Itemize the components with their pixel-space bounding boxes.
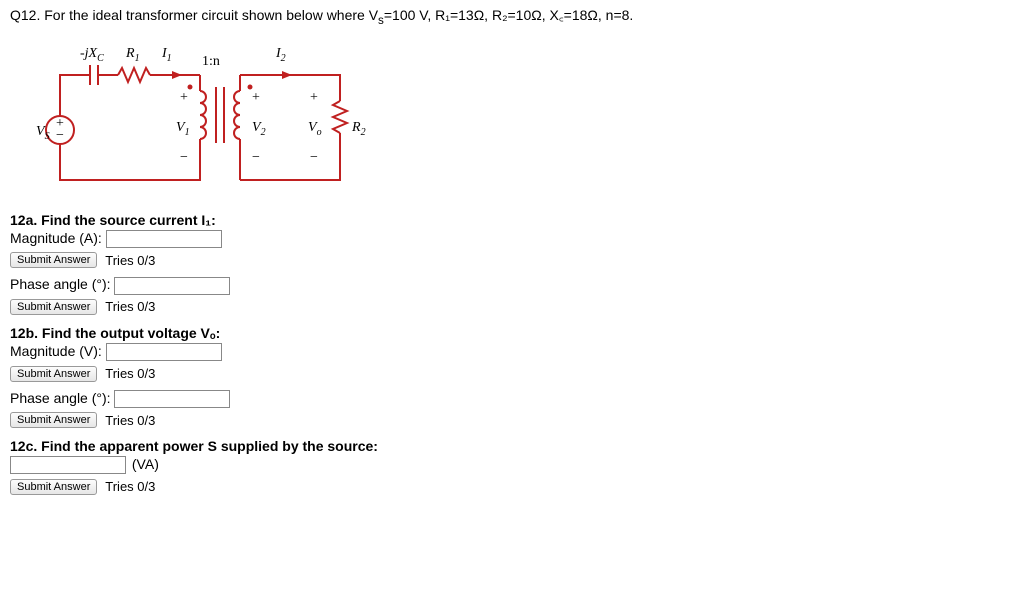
part-b-phase-label: Phase angle (°):: [10, 390, 111, 406]
svg-text:-jXC: -jXC: [80, 46, 104, 64]
tries-text: Tries 0/3: [105, 299, 155, 314]
submit-button[interactable]: Submit Answer: [10, 412, 97, 428]
part-b-phase-row: Phase angle (°):: [10, 390, 1014, 408]
svg-text:−: −: [180, 150, 188, 165]
svg-text:+: +: [180, 90, 188, 105]
circuit-svg: + − VS -jXC R1 I1 + V1 − 1:n + V2 − I2 R…: [30, 35, 390, 195]
svg-text:+: +: [252, 90, 260, 105]
question-header: Q12. For the ideal transformer circuit s…: [10, 6, 1014, 27]
part-a-mag-label: Magnitude (A):: [10, 230, 102, 246]
svg-text:V2: V2: [252, 120, 266, 138]
part-b-phase-input[interactable]: [114, 390, 230, 408]
part-a-phase-input[interactable]: [114, 277, 230, 295]
svg-text:−: −: [252, 150, 260, 165]
part-c-unit: (VA): [132, 456, 159, 472]
svg-text:I2: I2: [275, 46, 286, 64]
part-a-phase-label: Phase angle (°):: [10, 276, 111, 292]
part-b-mag-label: Magnitude (V):: [10, 343, 102, 359]
part-b-mag-row: Magnitude (V):: [10, 343, 1014, 361]
svg-text:V1: V1: [176, 120, 190, 138]
tries-text: Tries 0/3: [105, 413, 155, 428]
submit-button[interactable]: Submit Answer: [10, 299, 97, 315]
part-b-title: 12b. Find the output voltage Vₒ:: [10, 325, 1014, 341]
circuit-diagram: + − VS -jXC R1 I1 + V1 − 1:n + V2 − I2 R…: [30, 35, 1014, 198]
question-params: =100 V, R₁=13Ω, R₂=10Ω, X꜀=18Ω, n=8.: [384, 7, 633, 23]
svg-text:Vo: Vo: [308, 120, 322, 138]
part-b-mag-input[interactable]: [106, 343, 222, 361]
svg-text:+: +: [310, 90, 318, 105]
part-a-phase-row: Phase angle (°):: [10, 276, 1014, 294]
svg-text:1:n: 1:n: [202, 54, 220, 69]
tries-text: Tries 0/3: [105, 253, 155, 268]
question-lead: Q12. For the ideal transformer circuit s…: [10, 7, 378, 23]
submit-button[interactable]: Submit Answer: [10, 366, 97, 382]
part-c-input[interactable]: [10, 456, 126, 474]
tries-text: Tries 0/3: [105, 479, 155, 494]
part-a-mag-input[interactable]: [106, 230, 222, 248]
svg-text:−: −: [56, 128, 64, 143]
submit-button[interactable]: Submit Answer: [10, 252, 97, 268]
tries-text: Tries 0/3: [105, 366, 155, 381]
svg-text:−: −: [310, 150, 318, 165]
svg-text:R2: R2: [351, 120, 366, 138]
part-c-row: (VA): [10, 456, 1014, 474]
part-a-title: 12a. Find the source current I₁:: [10, 212, 1014, 228]
part-a-mag-row: Magnitude (A):: [10, 230, 1014, 248]
svg-text:VS: VS: [36, 124, 50, 142]
part-c-title: 12c. Find the apparent power S supplied …: [10, 438, 1014, 454]
svg-text:R1: R1: [125, 46, 140, 64]
submit-button[interactable]: Submit Answer: [10, 479, 97, 495]
svg-text:I1: I1: [161, 46, 172, 64]
